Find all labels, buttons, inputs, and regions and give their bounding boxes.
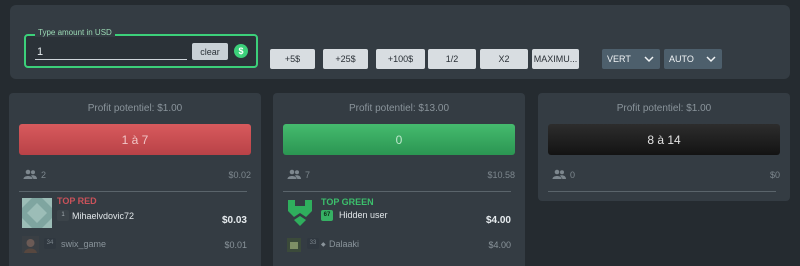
amount-legend: Type amount in USD bbox=[35, 28, 115, 37]
shield-icon bbox=[288, 200, 312, 226]
bet-red-button[interactable]: 1 à 7 bbox=[19, 124, 251, 155]
mode-select[interactable]: AUTO bbox=[664, 49, 722, 69]
bet-total: $10.58 bbox=[487, 170, 515, 180]
chevron-down-icon bbox=[706, 56, 716, 63]
add-5-button[interactable]: +5$ bbox=[270, 49, 315, 69]
player-avatar bbox=[22, 236, 39, 253]
amount-field[interactable]: Type amount in USD clear $ bbox=[24, 28, 258, 68]
add-25-button[interactable]: +25$ bbox=[323, 49, 368, 69]
mode-select-value: AUTO bbox=[669, 54, 694, 64]
diamond-icon: ◆ bbox=[321, 242, 326, 248]
top-player-amount: $4.00 bbox=[485, 215, 511, 226]
chevron-down-icon bbox=[644, 56, 654, 63]
amount-input[interactable] bbox=[35, 44, 187, 60]
level-badge: 67 bbox=[321, 210, 333, 221]
profit-potential: Profit potentiel: $13.00 bbox=[348, 103, 450, 114]
profit-potential: Profit potentiel: $1.00 bbox=[616, 103, 712, 114]
bet-total: $0 bbox=[769, 170, 780, 180]
add-100-button[interactable]: +100$ bbox=[376, 49, 425, 69]
divider bbox=[283, 191, 511, 192]
users-icon bbox=[23, 169, 37, 179]
players-count: 7 bbox=[305, 170, 311, 180]
top-player-name: Hidden user bbox=[339, 210, 388, 220]
max-button[interactable]: MAXIMU... bbox=[532, 49, 579, 69]
dollar-icon[interactable]: $ bbox=[234, 44, 248, 58]
bet-panel-red: Profit potentiel: $1.00 1 à 7 2 $0.02 TO… bbox=[9, 93, 261, 266]
player-name: Dalaaki bbox=[329, 239, 360, 249]
users-icon bbox=[552, 169, 566, 179]
layout-select[interactable]: VERT bbox=[602, 49, 660, 69]
bet-green-button[interactable]: 0 bbox=[283, 124, 515, 155]
player-amount: $0.01 bbox=[224, 240, 247, 250]
top-player-amount: $0.03 bbox=[221, 215, 247, 226]
player-avatar bbox=[22, 198, 52, 228]
layout-select-value: VERT bbox=[607, 54, 631, 64]
bet-black-button[interactable]: 8 à 14 bbox=[548, 124, 780, 155]
players-count: 0 bbox=[570, 170, 576, 180]
player-name: swix_game bbox=[61, 239, 107, 249]
bet-stats: 7 $10.58 bbox=[287, 169, 515, 181]
players-count: 2 bbox=[41, 170, 47, 180]
clear-button[interactable]: clear bbox=[192, 43, 228, 60]
bet-stats: 0 $0 bbox=[552, 169, 780, 181]
half-button[interactable]: 1/2 bbox=[428, 49, 476, 69]
double-button[interactable]: X2 bbox=[480, 49, 528, 69]
level-badge: 1 bbox=[57, 210, 69, 221]
divider bbox=[19, 191, 247, 192]
player-amount: $4.00 bbox=[488, 240, 511, 250]
divider bbox=[548, 191, 776, 192]
top-red-label: TOP RED bbox=[57, 196, 97, 206]
bet-stats: 2 $0.02 bbox=[23, 169, 251, 181]
top-player-name: Mihaelvdovic72 bbox=[72, 211, 135, 221]
level-badge: 34 bbox=[44, 238, 56, 249]
bet-total: $0.02 bbox=[228, 170, 251, 180]
level-badge: 33 bbox=[307, 238, 319, 249]
player-avatar bbox=[287, 238, 301, 252]
users-icon bbox=[287, 169, 301, 179]
top-green-label: TOP GREEN bbox=[321, 197, 374, 207]
bet-controls-bar: Type amount in USD clear $ +5$ +25$ +100… bbox=[10, 5, 790, 79]
profit-potential: Profit potentiel: $1.00 bbox=[87, 103, 183, 114]
bet-panel-black: Profit potentiel: $1.00 8 à 14 0 $0 bbox=[538, 93, 790, 201]
bet-panel-green: Profit potentiel: $13.00 0 7 $10.58 TOP … bbox=[273, 93, 525, 266]
